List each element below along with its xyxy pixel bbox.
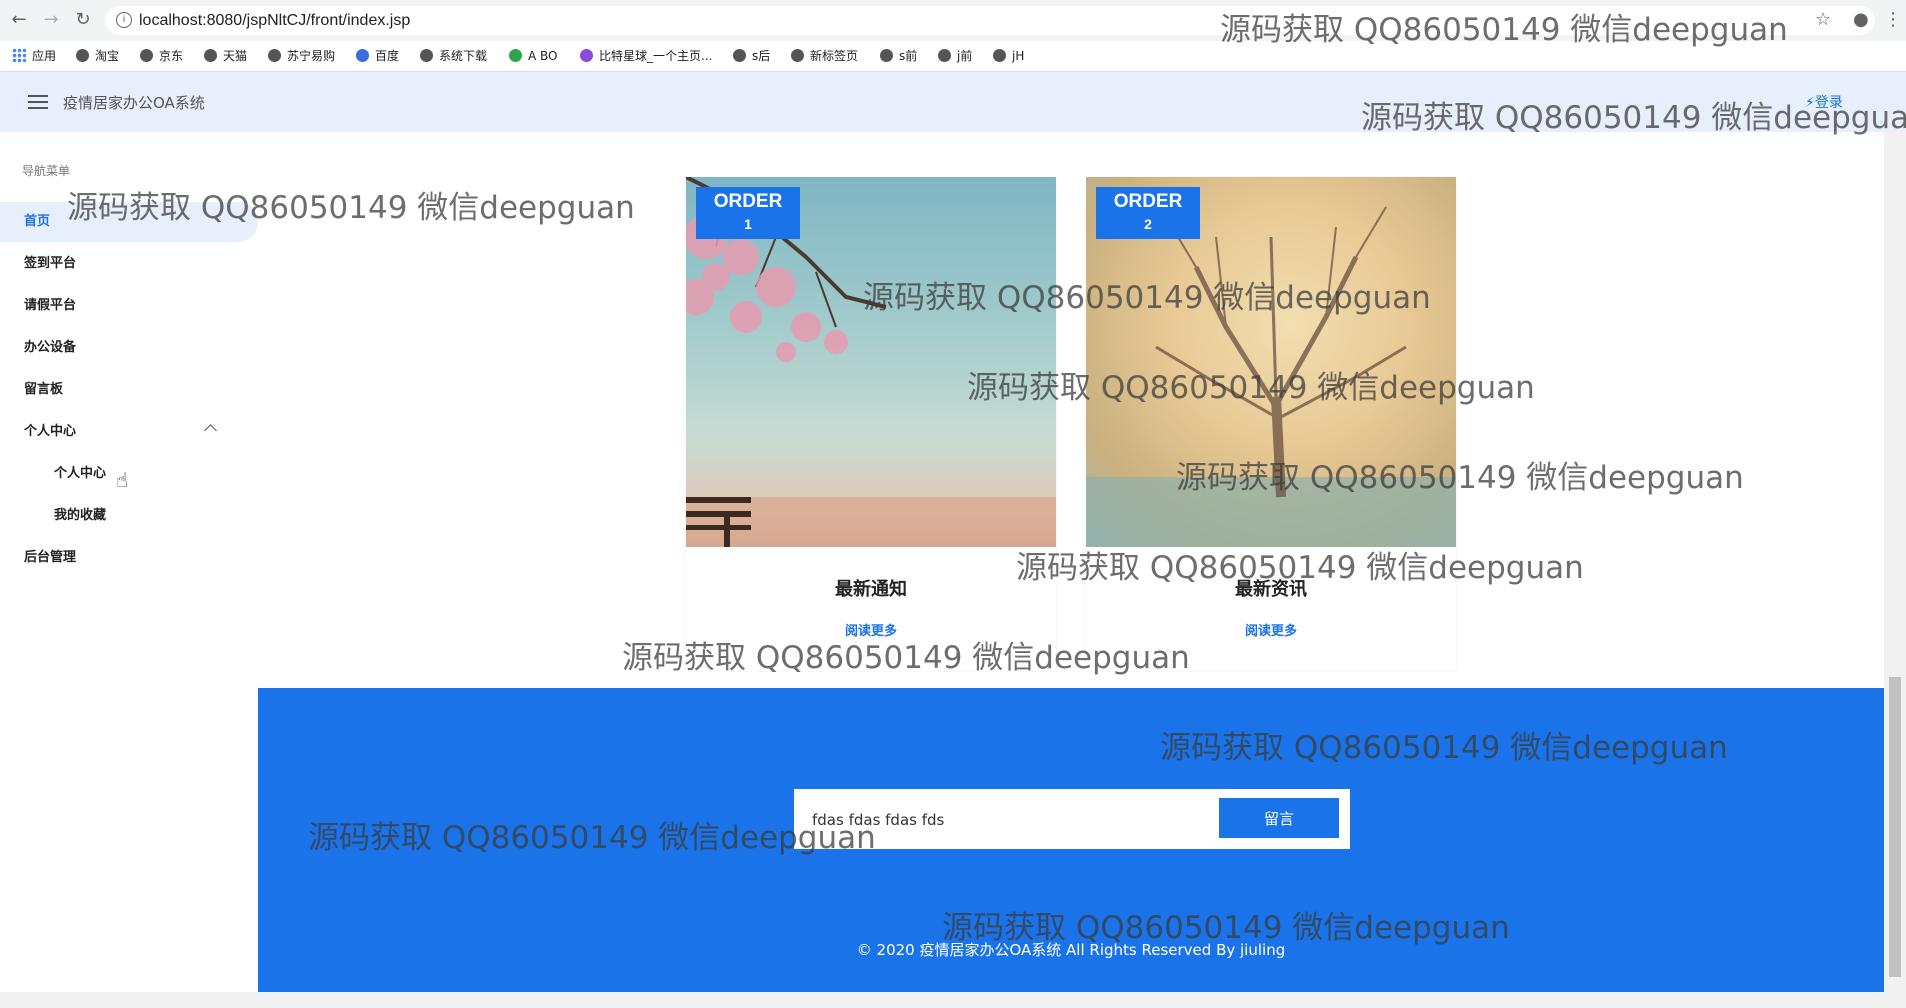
bookmark-item[interactable]: 百度 — [356, 41, 399, 71]
bookmark-item[interactable]: j前 — [938, 41, 972, 71]
baidu-icon — [356, 49, 369, 62]
globe-icon — [76, 49, 89, 62]
read-more-link[interactable]: 阅读更多 — [686, 620, 1056, 639]
card-title: 最新通知 — [835, 579, 907, 600]
message-form: 留言 — [794, 789, 1350, 849]
bookmark-item[interactable]: 京东 — [140, 41, 183, 71]
address-bar[interactable]: localhost:8080/jspNltCJ/front/index.jsp — [105, 6, 1875, 35]
app-header: 疫情居家办公OA系统 ⚡登录 — [0, 72, 1906, 132]
globe-icon — [420, 49, 433, 62]
bookmark-item[interactable]: 新标签页 — [791, 41, 858, 71]
globe-icon — [268, 49, 281, 62]
card-image: ORDER 2 — [1086, 177, 1456, 547]
bookmark-apps[interactable]: 应用 — [12, 41, 56, 71]
menu-kebab-icon[interactable]: ⋮ — [1884, 9, 1902, 31]
message-input[interactable] — [810, 803, 1204, 837]
globe-icon — [791, 49, 804, 62]
nav-item-equipment[interactable]: 办公设备 — [0, 328, 258, 368]
bookmark-item[interactable]: A BO — [509, 41, 558, 71]
vertical-scrollbar[interactable] — [1884, 132, 1906, 992]
card-image: ORDER 1 — [686, 177, 1056, 547]
read-more-link[interactable]: 阅读更多 — [1086, 620, 1456, 639]
order-badge: ORDER 1 — [696, 187, 800, 239]
globe-icon — [204, 49, 217, 62]
info-icon[interactable]: i — [116, 12, 132, 28]
scrollbar-thumb[interactable] — [1889, 677, 1901, 977]
nav-subitem-favorites[interactable]: 我的收藏 — [0, 496, 258, 536]
bookmark-item[interactable]: s后 — [733, 41, 770, 71]
account-icon[interactable]: ● — [1853, 9, 1869, 31]
bookmark-item[interactable]: 天猫 — [204, 41, 247, 71]
bookmark-item[interactable]: 比特星球_一个主页... — [580, 41, 712, 71]
browser-toolbar: ← → ↻ localhost:8080/jspNltCJ/front/inde… — [0, 0, 1906, 42]
globe-icon — [880, 49, 893, 62]
nav-subitem-personal-center[interactable]: 个人中心 — [0, 454, 258, 494]
bookmark-item[interactable]: 苏宁易购 — [268, 41, 335, 71]
card-notice[interactable]: ORDER 1 最新通知 阅读更多 — [686, 177, 1056, 671]
hamburger-menu-icon[interactable] — [28, 95, 48, 109]
globe-icon — [993, 49, 1006, 62]
apps-icon — [12, 48, 26, 62]
globe-icon — [938, 49, 951, 62]
nav-item-label: 个人中心 — [24, 424, 77, 439]
bookmark-item[interactable]: 淘宝 — [76, 41, 119, 71]
nav-item-admin[interactable]: 后台管理 — [0, 538, 258, 578]
card-title: 最新资讯 — [1235, 579, 1307, 600]
reload-icon[interactable]: ↻ — [72, 9, 94, 31]
pointer-cursor-icon: ☝ — [116, 468, 129, 492]
copyright-text: © 2020 疫情居家办公OA系统 All Rights Reserved By… — [856, 941, 1286, 959]
nav-item-home[interactable]: 首页 — [0, 202, 258, 242]
nav-item-message-board[interactable]: 留言板 — [0, 370, 258, 410]
back-icon[interactable]: ← — [8, 9, 30, 31]
nav-item-personal-center[interactable]: 个人中心 — [0, 412, 258, 452]
bookmark-item[interactable]: 系统下载 — [420, 41, 487, 71]
nav-item-leave[interactable]: 请假平台 — [0, 286, 258, 326]
app-title: 疫情居家办公OA系统 — [63, 94, 205, 112]
abo-icon — [509, 49, 522, 62]
forward-icon[interactable]: → — [40, 9, 62, 31]
order-badge: ORDER 2 — [1096, 187, 1200, 239]
planet-icon — [580, 49, 593, 62]
horizontal-scrollbar[interactable] — [0, 992, 1906, 1008]
globe-icon — [140, 49, 153, 62]
chevron-up-icon — [204, 424, 217, 437]
globe-icon — [733, 49, 746, 62]
nav-item-checkin[interactable]: 签到平台 — [0, 244, 258, 284]
bookmarks-bar: 应用 淘宝 京东 天猫 苏宁易购 百度 系统下载 A BO 比特星球_一个主页.… — [0, 41, 1906, 72]
sidebar: 导航菜单 首页 签到平台 请假平台 办公设备 留言板 个人中心 个人中心 我的收… — [0, 132, 258, 1008]
bookmark-item[interactable]: jH — [993, 41, 1024, 71]
card-news[interactable]: ORDER 2 最新资讯 阅读更多 — [1086, 177, 1456, 671]
bookmark-item[interactable]: s前 — [880, 41, 917, 71]
submit-message-button[interactable]: 留言 — [1219, 798, 1339, 838]
nav-title: 导航菜单 — [22, 164, 71, 178]
footer: 留言 © 2020 疫情居家办公OA系统 All Rights Reserved… — [258, 688, 1884, 992]
login-link[interactable]: ⚡登录 — [1805, 92, 1843, 112]
bookmark-star-icon[interactable]: ☆ — [1815, 9, 1831, 31]
